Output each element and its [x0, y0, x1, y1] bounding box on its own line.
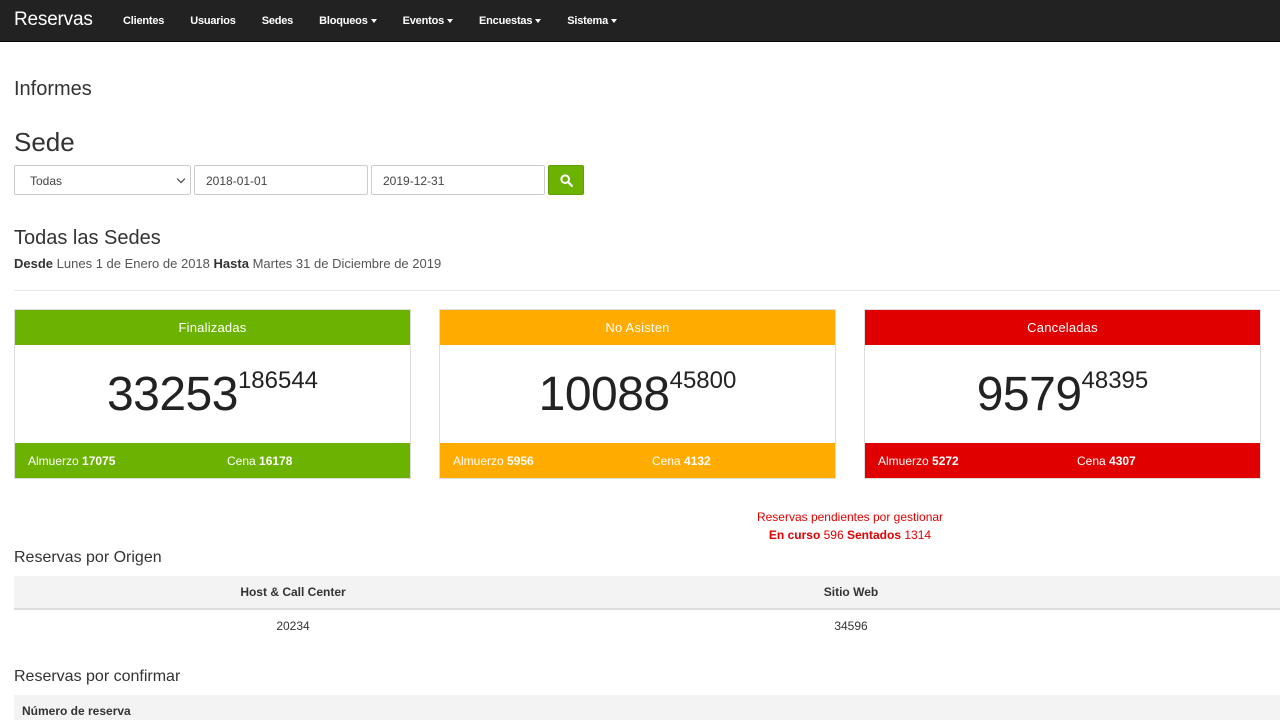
count-sup: 48395 — [1081, 367, 1149, 394]
nav-item-label: Eventos — [402, 14, 445, 27]
origin-table-header: Host & Call Center Sitio Web — [14, 576, 1280, 610]
top-navbar: Reservas Clientes Usuarios Sedes Bloqueo… — [0, 0, 1280, 42]
card-finalizadas: Finalizadas 33253186544 Almuerzo 17075 C… — [14, 309, 411, 479]
lunch-label: Almuerzo — [453, 454, 504, 468]
nav-item-eventos[interactable]: Eventos — [390, 15, 466, 27]
dinner-label: Cena — [1077, 454, 1106, 468]
search-button[interactable] — [548, 165, 584, 195]
count-main: 9579 — [976, 368, 1082, 421]
date-from-input[interactable]: 2018-01-01 — [194, 165, 368, 195]
nav-item-label: Sedes — [261, 14, 294, 27]
card-count: 33253186544 — [15, 367, 410, 422]
search-icon — [560, 174, 573, 187]
nav-item-usuarios[interactable]: Usuarios — [177, 15, 248, 27]
sede-select-value: Todas — [30, 174, 63, 188]
sede-heading: Sede — [14, 127, 75, 157]
caret-down-icon — [611, 18, 618, 23]
dinner-label: Cena — [227, 454, 256, 468]
caret-down-icon — [535, 18, 542, 23]
nav-item-label: Bloqueos — [319, 14, 368, 27]
seated-value: 1314 — [904, 528, 932, 542]
lunch-label: Almuerzo — [28, 454, 79, 468]
lunch-stat: Almuerzo 5272 — [878, 454, 959, 468]
lunch-value: 5956 — [507, 454, 534, 468]
count-sup: 186544 — [237, 367, 319, 394]
card-header: No Asisten — [440, 310, 835, 345]
nav-item-label: Sistema — [567, 14, 609, 27]
seated-label: Sentados — [847, 528, 902, 542]
origin-heading: Reservas por Origen — [14, 549, 162, 566]
card-body: 957948395 — [865, 345, 1260, 444]
pending-title: Reservas pendientes por gestionar — [756, 510, 944, 524]
divider — [14, 290, 1280, 291]
lunch-stat: Almuerzo 5956 — [453, 454, 534, 468]
table-cell: 20234 — [276, 619, 310, 633]
dinner-stat: Cena 4307 — [1077, 454, 1136, 468]
in-progress-value: 596 — [823, 528, 844, 542]
count-sup: 45800 — [669, 367, 737, 394]
count-main: 10088 — [538, 368, 670, 421]
dinner-value: 4307 — [1109, 454, 1136, 468]
nav-item-sedes[interactable]: Sedes — [249, 15, 306, 27]
card-count: 1008845800 — [440, 367, 835, 422]
in-progress-label: En curso — [768, 528, 821, 542]
brand-logo[interactable]: Reservas — [14, 9, 93, 31]
caret-down-icon — [370, 18, 377, 23]
to-value: Martes 31 de Diciembre de 2019 — [252, 256, 442, 271]
card-body: 1008845800 — [440, 345, 835, 444]
column-header: Host & Call Center — [240, 585, 346, 599]
pending-stats: En curso 596 Sentados 1314 — [720, 526, 980, 544]
dinner-value: 16178 — [259, 454, 293, 468]
column-header: Número de reserva — [22, 704, 131, 718]
dinner-stat: Cena 16178 — [227, 454, 292, 468]
nav-item-label: Usuarios — [190, 14, 236, 27]
card-body: 33253186544 — [15, 345, 410, 444]
card-header: Finalizadas — [15, 310, 410, 345]
from-label: Desde — [14, 256, 54, 271]
lunch-label: Almuerzo — [878, 454, 929, 468]
to-confirm-table-header: Número de reserva — [14, 695, 1280, 720]
caret-down-icon — [447, 18, 454, 23]
nav-item-label: Encuestas — [479, 14, 533, 27]
nav-item-label: Clientes — [123, 14, 165, 27]
lunch-value: 5272 — [932, 454, 959, 468]
summary-title: Todas las Sedes — [14, 227, 161, 249]
pending-reservations: Reservas pendientes por gestionar En cur… — [720, 508, 980, 544]
card-count: 957948395 — [865, 367, 1260, 422]
sede-select[interactable]: Todas — [14, 165, 191, 195]
nav-menu: Clientes Usuarios Sedes Bloqueos Eventos… — [110, 0, 630, 41]
nav-item-bloqueos[interactable]: Bloqueos — [306, 15, 390, 27]
from-value: Lunes 1 de Enero de 2018 — [56, 256, 210, 271]
card-no-asisten: No Asisten 1008845800 Almuerzo 5956 Cena… — [439, 309, 836, 479]
column-header: Sitio Web — [823, 585, 879, 599]
dinner-label: Cena — [652, 454, 681, 468]
card-footer: Almuerzo 5272 Cena 4307 — [865, 443, 1260, 478]
nav-item-encuestas[interactable]: Encuestas — [466, 15, 554, 27]
card-canceladas: Canceladas 957948395 Almuerzo 5272 Cena … — [864, 309, 1261, 479]
page-title: Informes — [14, 78, 92, 100]
card-footer: Almuerzo 17075 Cena 16178 — [15, 443, 410, 478]
date-to-input[interactable]: 2019-12-31 — [371, 165, 545, 195]
card-footer: Almuerzo 5956 Cena 4132 — [440, 443, 835, 478]
table-cell: 34596 — [834, 619, 868, 633]
to-confirm-heading: Reservas por confirmar — [14, 668, 181, 685]
nav-item-clientes[interactable]: Clientes — [110, 15, 177, 27]
chevron-down-icon — [176, 174, 186, 184]
dinner-value: 4132 — [684, 454, 711, 468]
card-header: Canceladas — [865, 310, 1260, 345]
dinner-stat: Cena 4132 — [652, 454, 711, 468]
lunch-value: 17075 — [82, 454, 116, 468]
nav-item-sistema[interactable]: Sistema — [554, 15, 630, 27]
count-main: 33253 — [106, 368, 238, 421]
date-range-text: Desde Lunes 1 de Enero de 2018 Hasta Mar… — [14, 256, 441, 271]
to-label: Hasta — [213, 256, 249, 271]
lunch-stat: Almuerzo 17075 — [28, 454, 115, 468]
